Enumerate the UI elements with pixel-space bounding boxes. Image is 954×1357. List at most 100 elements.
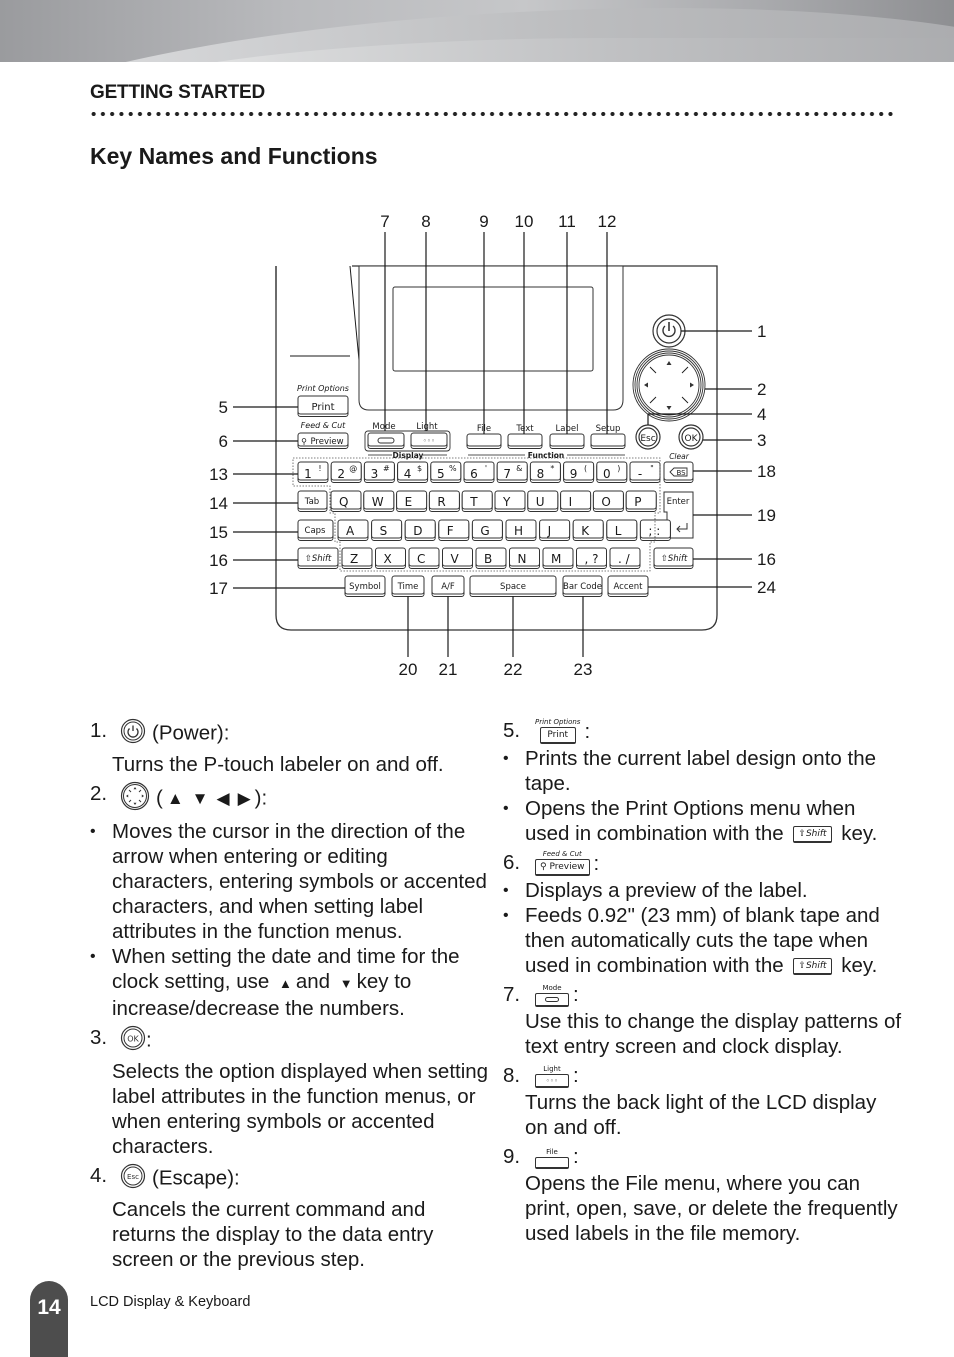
shift-key-icon: ⇧Shift	[793, 958, 832, 976]
item-suffix: (Escape):	[152, 1166, 240, 1190]
keycap-label: Preview	[549, 862, 585, 872]
right-column: 5. Print Options Print : Prints the curr…	[503, 718, 903, 1250]
cursor-divider	[681, 366, 689, 374]
setup-label: Setup	[596, 424, 621, 434]
letter-key-label: , ?	[585, 552, 599, 566]
number-key-label: 3	[371, 467, 379, 481]
item-suffix: (Power):	[152, 721, 230, 745]
file-key	[466, 433, 502, 447]
item-number: 6.	[503, 851, 521, 874]
letter-key-label: M	[551, 552, 561, 566]
letter-key-label: U	[536, 495, 545, 509]
svg-text:OK: OK	[127, 1035, 139, 1044]
item-number: 1.	[90, 719, 108, 742]
letter-key-label: J	[547, 524, 552, 538]
callout-number: 16	[757, 550, 776, 569]
oval-glyph-icon	[545, 997, 559, 1002]
item-5-bullet-1: Prints the current label design onto the…	[503, 746, 903, 796]
letter-key-label: G	[480, 524, 489, 538]
callout-number: 22	[504, 660, 523, 679]
callout-number: 5	[219, 398, 228, 417]
callout-number: 13	[209, 465, 228, 484]
callout-number: 10	[515, 212, 534, 231]
shift-key-icon: ⇧Shift	[793, 826, 832, 844]
item-1-desc: Turns the P-touch labeler on and off.	[112, 753, 444, 776]
light-key-icon: Light ◦◦◦	[535, 1065, 569, 1088]
letter-key-label: B	[484, 552, 492, 566]
cursor-pad-icon	[120, 781, 150, 817]
text-key	[507, 433, 543, 447]
letter-key-label: N	[518, 552, 527, 566]
bullet-text: key.	[841, 954, 878, 977]
number-key	[596, 461, 628, 481]
feed-cut-label: Feed & Cut	[301, 421, 347, 430]
number-key-label: 7	[503, 467, 511, 481]
section-title: GETTING STARTED	[90, 82, 266, 103]
letter-key	[560, 490, 592, 510]
letter-key-label: S	[380, 524, 388, 538]
arrow-right-icon	[690, 382, 694, 388]
text-label: Text	[515, 424, 534, 434]
cursor-divider	[681, 396, 689, 404]
number-key-symbol: %	[449, 464, 457, 473]
item-2-bullet-2: When setting the date and time for the c…	[90, 944, 490, 1021]
number-key	[496, 461, 528, 481]
function-label: Function	[528, 451, 565, 460]
letter-key	[438, 519, 470, 539]
item-9-desc: Opens the File menu, where you can print…	[525, 1172, 898, 1245]
preview-key-label: Preview	[310, 437, 343, 447]
item-2-head: 2. (▲ ▼ ◀ ▶):	[90, 781, 490, 817]
number-key-symbol: $	[417, 464, 422, 473]
number-key-label: 5	[437, 467, 445, 481]
caps-key-label: Caps	[305, 526, 327, 536]
dots-glyph-icon: ◦◦◦	[545, 1077, 559, 1085]
number-key-label: 8	[537, 467, 545, 481]
callout-number: 24	[757, 578, 776, 597]
item-4-desc: Cancels the current command and returns …	[112, 1198, 434, 1271]
item-6-bullet-1: Displays a preview of the label.	[503, 878, 903, 903]
light-label: Light	[416, 422, 438, 432]
item-7-desc: Use this to change the display patterns …	[525, 1010, 902, 1058]
item-suffix: :	[593, 852, 600, 875]
item-6-head: 6. Feed & Cut ⚲ Preview :	[503, 850, 903, 876]
header-banner	[0, 0, 954, 62]
number-key-symbol: &	[516, 464, 522, 473]
item-number: 3.	[90, 1026, 108, 1049]
callout-number: 21	[439, 660, 458, 679]
item-8-desc: Turns the back light of the LCD display …	[525, 1091, 877, 1139]
callout-number: 12	[598, 212, 617, 231]
item-2-bullet-1: Moves the cursor in the direction of the…	[90, 819, 490, 944]
bullet-text: key.	[841, 822, 878, 845]
callout-number: 20	[399, 660, 418, 679]
callout-number: 3	[757, 431, 766, 450]
callout-number: 4	[757, 405, 766, 424]
letter-key-label: X	[384, 552, 392, 566]
letter-key-label: K	[581, 524, 590, 538]
print-options-label: Print Options	[297, 384, 349, 393]
item-suffix: :	[573, 1145, 579, 1168]
callout-number: 6	[219, 432, 228, 451]
item-7-head: 7. Mode :	[503, 982, 903, 1007]
setup-key	[590, 433, 626, 447]
callout-number: 19	[757, 506, 776, 525]
letter-key-label: . /	[618, 552, 631, 566]
keycap-label: Shift	[805, 829, 827, 840]
callout-number: 23	[574, 660, 593, 679]
magnifier-icon: ⚲	[540, 862, 547, 872]
item-number: 4.	[90, 1164, 108, 1187]
letter-key-label: A	[346, 524, 355, 538]
preview-key-icon: Feed & Cut ⚲ Preview	[535, 850, 590, 876]
letter-key-label: ; :	[648, 524, 660, 538]
number-key-label: 1	[304, 467, 312, 481]
enter-key-label: Enter	[667, 497, 690, 507]
number-key-label: 4	[404, 467, 412, 481]
letter-key-label: C	[417, 552, 425, 566]
page-number-tab: 14	[30, 1281, 68, 1357]
number-key	[629, 461, 661, 481]
arrow-up-icon: ▲	[166, 789, 184, 809]
letter-key-label: H	[514, 524, 523, 538]
ok-label: OK	[685, 434, 699, 444]
callout-number: 8	[421, 212, 430, 231]
keycap-top-label: File	[546, 1148, 558, 1156]
letter-key-label: Q	[339, 495, 348, 509]
